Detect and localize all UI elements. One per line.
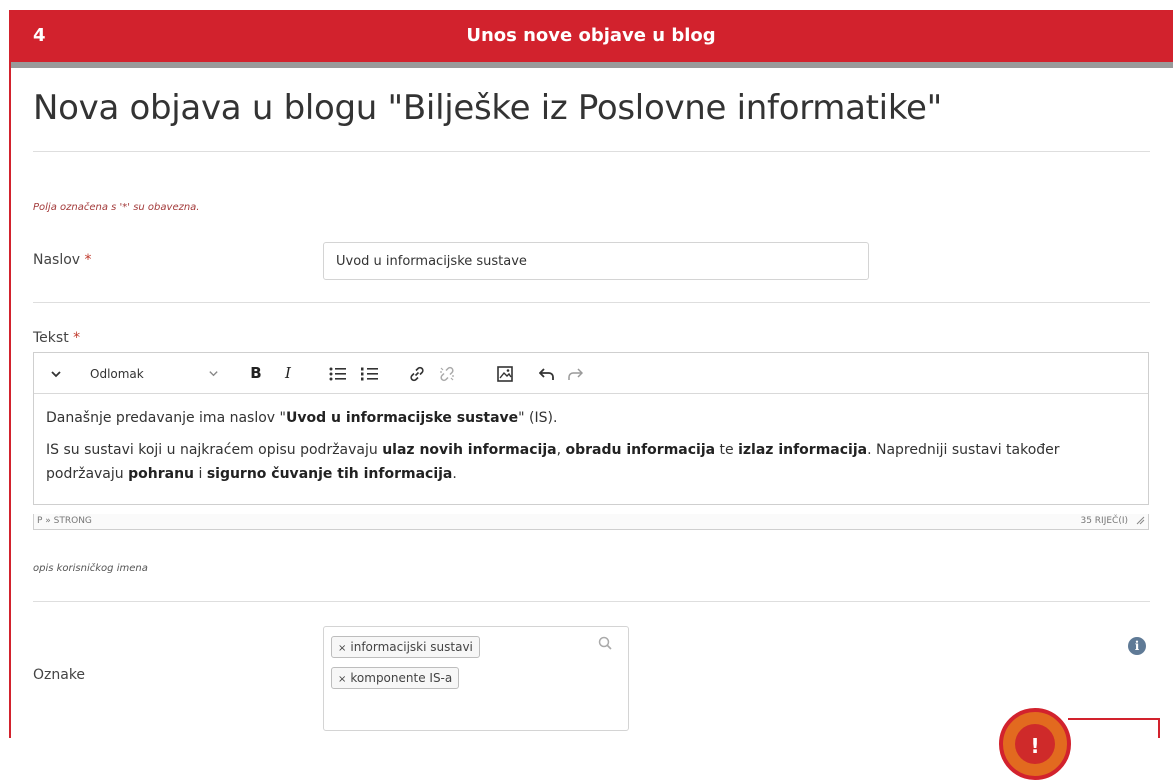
- link-button[interactable]: [404, 353, 430, 393]
- bold-icon: B: [250, 364, 262, 382]
- frame-left-border: [9, 62, 11, 738]
- editor-toolbar: Odlomak B I: [34, 353, 1148, 394]
- info-icon[interactable]: i: [1128, 637, 1146, 655]
- collapse-toolbar-button[interactable]: [46, 353, 66, 393]
- link-icon: [409, 364, 425, 382]
- text-run: te: [715, 442, 739, 458]
- resize-handle-icon[interactable]: [1136, 516, 1145, 528]
- divider: [33, 302, 1150, 303]
- callout-line: [1158, 718, 1160, 738]
- required-fields-note: Polja označena s '*' su obavezna.: [33, 202, 200, 213]
- bold-text: obradu informacija: [565, 442, 716, 458]
- word-count: 35 RIJEČ(I): [1080, 516, 1128, 526]
- page-title: Nova objava u blogu "Bilješke iz Poslovn…: [33, 88, 942, 128]
- rich-text-editor: Odlomak B I Današnje predavanje ima nasl…: [33, 352, 1149, 505]
- italic-icon: I: [285, 364, 291, 382]
- text-run: Današnje predavanje ima naslov ": [46, 410, 286, 426]
- naslov-label-text: Naslov: [33, 252, 81, 268]
- text-run: .: [452, 466, 457, 482]
- bold-text: izlaz informacija: [738, 442, 868, 458]
- bold-text: sigurno čuvanje tih informacija: [206, 466, 453, 482]
- tag-chip: × komponente IS-a: [331, 667, 460, 689]
- tag-label: komponente IS-a: [350, 671, 453, 685]
- username-description: opis korisničkog imena: [33, 563, 148, 574]
- tekst-label-text: Tekst: [33, 330, 69, 346]
- divider: [33, 601, 1150, 602]
- tag-chip: × informacijski sustavi: [331, 636, 480, 658]
- required-mark: *: [73, 330, 81, 346]
- element-path[interactable]: P » STRONG: [37, 516, 92, 526]
- numbered-list-icon: [360, 364, 378, 382]
- remove-tag-icon[interactable]: ×: [338, 643, 346, 654]
- oznake-label: Oznake: [33, 667, 86, 683]
- unlink-button[interactable]: [434, 353, 460, 393]
- bold-text: Uvod u informacijske sustave: [285, 410, 519, 426]
- warning-inner: !: [1015, 724, 1055, 764]
- naslov-input[interactable]: [323, 242, 869, 280]
- banner-title: Unos nove objave u blog: [466, 25, 716, 46]
- undo-icon: [538, 364, 555, 382]
- bold-text: pohranu: [128, 466, 195, 482]
- block-format-value: Odlomak: [90, 367, 144, 381]
- tekst-label: Tekst *: [33, 330, 80, 346]
- editor-paragraph: IS su sustavi koji u najkraćem opisu pod…: [46, 438, 1136, 486]
- redo-icon: [567, 364, 584, 382]
- editor-content-area[interactable]: Današnje predavanje ima naslov "Uvod u i…: [34, 394, 1148, 486]
- bold-text: ulaz novih informacija: [382, 442, 557, 458]
- tags-input[interactable]: × informacijski sustavi × komponente IS-a: [323, 626, 629, 731]
- required-mark: *: [84, 252, 92, 268]
- block-format-select[interactable]: Odlomak: [90, 353, 230, 393]
- image-icon: [497, 364, 513, 382]
- chevron-down-icon: [50, 364, 62, 382]
- text-run: IS su sustavi koji u najkraćem opisu pod…: [46, 442, 383, 458]
- redo-button[interactable]: [562, 353, 588, 393]
- editor-statusbar: P » STRONG 35 RIJEČ(I): [33, 514, 1149, 530]
- remove-tag-icon[interactable]: ×: [338, 674, 346, 685]
- chevron-down-icon: [208, 353, 219, 393]
- bullet-list-button[interactable]: [324, 353, 350, 393]
- callout-line: [1068, 718, 1160, 720]
- banner: 4 Unos nove objave u blog: [9, 10, 1173, 62]
- bullet-list-icon: [329, 364, 346, 382]
- text-run: i: [194, 466, 207, 482]
- editor-paragraph: Današnje predavanje ima naslov "Uvod u i…: [46, 406, 1136, 430]
- insert-image-button[interactable]: [492, 353, 518, 393]
- tag-label: informacijski sustavi: [350, 640, 473, 654]
- naslov-label: Naslov *: [33, 252, 92, 268]
- italic-button[interactable]: I: [276, 353, 300, 393]
- text-run: " (IS).: [518, 410, 558, 426]
- bold-button[interactable]: B: [244, 353, 268, 393]
- search-icon[interactable]: [598, 635, 612, 654]
- divider: [33, 151, 1150, 152]
- numbered-list-button[interactable]: [356, 353, 382, 393]
- unlink-icon: [439, 364, 455, 382]
- warning-badge: !: [999, 708, 1071, 780]
- banner-shadow: [9, 62, 1173, 68]
- undo-button[interactable]: [534, 353, 560, 393]
